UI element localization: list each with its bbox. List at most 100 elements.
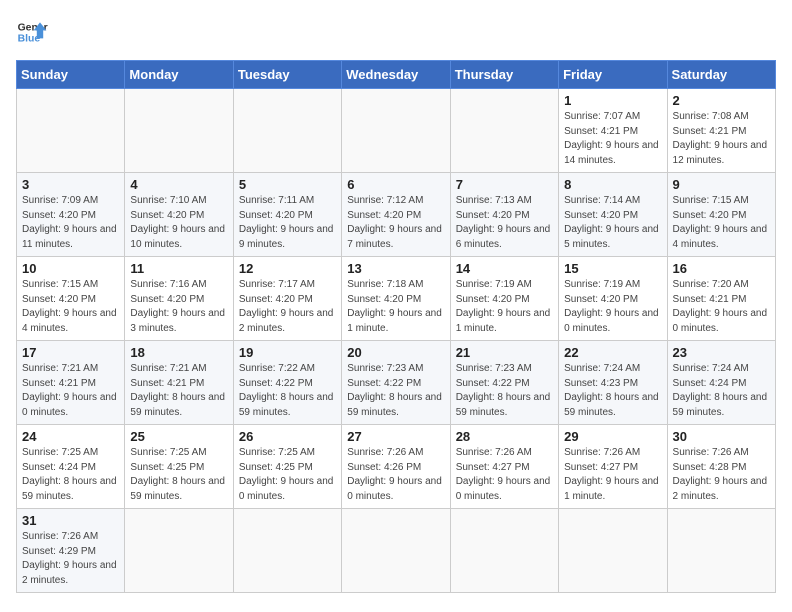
calendar-cell: 18Sunrise: 7:21 AMSunset: 4:21 PMDayligh… xyxy=(125,341,233,425)
day-detail: Sunrise: 7:24 AMSunset: 4:24 PMDaylight:… xyxy=(673,362,770,420)
day-detail: Sunrise: 7:16 AMSunset: 4:20 PMDaylight:… xyxy=(130,278,227,336)
day-detail: Sunrise: 7:19 AMSunset: 4:20 PMDaylight:… xyxy=(456,278,553,336)
day-number: 8 xyxy=(564,177,661,192)
day-number: 18 xyxy=(130,345,227,360)
calendar-cell: 29 Sunrise: 7:26 AMSunset: 4:27 PMDayligh… xyxy=(559,425,667,509)
calendar-cell: 8Sunrise: 7:14 AMSunset: 4:20 PMDaylight… xyxy=(559,173,667,257)
calendar-cell: 7Sunrise: 7:13 AMSunset: 4:20 PMDaylight… xyxy=(450,173,558,257)
day-number: 19 xyxy=(239,345,336,360)
calendar-cell: 24 Sunrise: 7:25 AMSunset: 4:24 PMDayligh… xyxy=(17,425,125,509)
calendar-cell: 2 Sunrise: 7:08 AMSunset: 4:21 PMDaylight… xyxy=(667,89,775,173)
calendar-cell: 11 Sunrise: 7:16 AMSunset: 4:20 PMDayligh… xyxy=(125,257,233,341)
day-number: 16 xyxy=(673,261,770,276)
calendar-cell: 19 Sunrise: 7:22 AMSunset: 4:22 PMDayligh… xyxy=(233,341,341,425)
day-detail: Sunrise: 7:23 AMSunset: 4:22 PMDaylight:… xyxy=(456,362,553,420)
day-detail: Sunrise: 7:26 AMSunset: 4:29 PMDaylight:… xyxy=(22,530,119,588)
day-detail: Sunrise: 7:15 AMSunset: 4:20 PMDaylight:… xyxy=(22,278,119,336)
day-detail: Sunrise: 7:17 AMSunset: 4:20 PMDaylight:… xyxy=(239,278,336,336)
calendar-cell: 9 Sunrise: 7:15 AMSunset: 4:20 PMDaylight… xyxy=(667,173,775,257)
calendar-week-4: 24 Sunrise: 7:25 AMSunset: 4:24 PMDayligh… xyxy=(17,425,776,509)
day-number: 30 xyxy=(673,429,770,444)
day-detail: Sunrise: 7:12 AMSunset: 4:20 PMDaylight:… xyxy=(347,194,444,252)
calendar-cell: 17 Sunrise: 7:21 AMSunset: 4:21 PMDayligh… xyxy=(17,341,125,425)
calendar-cell: 31 Sunrise: 7:26 AMSunset: 4:29 PMDayligh… xyxy=(17,509,125,593)
day-detail: Sunrise: 7:25 AMSunset: 4:25 PMDaylight:… xyxy=(239,446,336,504)
day-detail: Sunrise: 7:15 AMSunset: 4:20 PMDaylight:… xyxy=(673,194,770,252)
calendar-cell: 30 Sunrise: 7:26 AMSunset: 4:28 PMDayligh… xyxy=(667,425,775,509)
calendar-cell: 14 Sunrise: 7:19 AMSunset: 4:20 PMDayligh… xyxy=(450,257,558,341)
calendar-cell: 13Sunrise: 7:18 AMSunset: 4:20 PMDayligh… xyxy=(342,257,450,341)
calendar-cell: 12 Sunrise: 7:17 AMSunset: 4:20 PMDayligh… xyxy=(233,257,341,341)
calendar-header-sunday: Sunday xyxy=(17,61,125,89)
day-number: 29 xyxy=(564,429,661,444)
logo-icon: General Blue xyxy=(16,16,48,48)
day-number: 4 xyxy=(130,177,227,192)
calendar-header-row: SundayMondayTuesdayWednesdayThursdayFrid… xyxy=(17,61,776,89)
day-number: 12 xyxy=(239,261,336,276)
calendar-cell xyxy=(450,509,558,593)
calendar-cell: 21 Sunrise: 7:23 AMSunset: 4:22 PMDayligh… xyxy=(450,341,558,425)
calendar-header-tuesday: Tuesday xyxy=(233,61,341,89)
day-number: 2 xyxy=(673,93,770,108)
day-number: 25 xyxy=(130,429,227,444)
day-detail: Sunrise: 7:25 AMSunset: 4:24 PMDaylight:… xyxy=(22,446,119,504)
day-detail: Sunrise: 7:26 AMSunset: 4:27 PMDaylight:… xyxy=(564,446,661,504)
day-detail: Sunrise: 7:26 AMSunset: 4:28 PMDaylight:… xyxy=(673,446,770,504)
day-detail: Sunrise: 7:23 AMSunset: 4:22 PMDaylight:… xyxy=(347,362,444,420)
day-detail: Sunrise: 7:10 AMSunset: 4:20 PMDaylight:… xyxy=(130,194,227,252)
calendar-week-0: 1Sunrise: 7:07 AMSunset: 4:21 PMDaylight… xyxy=(17,89,776,173)
day-detail: Sunrise: 7:21 AMSunset: 4:21 PMDaylight:… xyxy=(22,362,119,420)
day-detail: Sunrise: 7:22 AMSunset: 4:22 PMDaylight:… xyxy=(239,362,336,420)
day-number: 9 xyxy=(673,177,770,192)
day-detail: Sunrise: 7:20 AMSunset: 4:21 PMDaylight:… xyxy=(673,278,770,336)
calendar-week-2: 10 Sunrise: 7:15 AMSunset: 4:20 PMDayligh… xyxy=(17,257,776,341)
calendar-header-wednesday: Wednesday xyxy=(342,61,450,89)
day-number: 14 xyxy=(456,261,553,276)
day-detail: Sunrise: 7:26 AMSunset: 4:26 PMDaylight:… xyxy=(347,446,444,504)
calendar-cell: 25 Sunrise: 7:25 AMSunset: 4:25 PMDayligh… xyxy=(125,425,233,509)
day-detail: Sunrise: 7:11 AMSunset: 4:20 PMDaylight:… xyxy=(239,194,336,252)
calendar-cell xyxy=(342,89,450,173)
calendar-cell xyxy=(559,509,667,593)
calendar-cell xyxy=(450,89,558,173)
day-number: 28 xyxy=(456,429,553,444)
day-number: 20 xyxy=(347,345,444,360)
calendar-cell: 16 Sunrise: 7:20 AMSunset: 4:21 PMDayligh… xyxy=(667,257,775,341)
calendar-cell: 10 Sunrise: 7:15 AMSunset: 4:20 PMDayligh… xyxy=(17,257,125,341)
day-number: 24 xyxy=(22,429,119,444)
calendar-cell xyxy=(125,509,233,593)
day-number: 22 xyxy=(564,345,661,360)
day-detail: Sunrise: 7:19 AMSunset: 4:20 PMDaylight:… xyxy=(564,278,661,336)
day-number: 23 xyxy=(673,345,770,360)
day-number: 31 xyxy=(22,513,119,528)
calendar-week-3: 17 Sunrise: 7:21 AMSunset: 4:21 PMDayligh… xyxy=(17,341,776,425)
calendar-cell: 28 Sunrise: 7:26 AMSunset: 4:27 PMDayligh… xyxy=(450,425,558,509)
calendar-header-thursday: Thursday xyxy=(450,61,558,89)
day-detail: Sunrise: 7:13 AMSunset: 4:20 PMDaylight:… xyxy=(456,194,553,252)
calendar-body: 1Sunrise: 7:07 AMSunset: 4:21 PMDaylight… xyxy=(17,89,776,593)
day-number: 10 xyxy=(22,261,119,276)
day-number: 11 xyxy=(130,261,227,276)
day-number: 27 xyxy=(347,429,444,444)
calendar-cell xyxy=(342,509,450,593)
day-number: 6 xyxy=(347,177,444,192)
day-number: 5 xyxy=(239,177,336,192)
day-detail: Sunrise: 7:18 AMSunset: 4:20 PMDaylight:… xyxy=(347,278,444,336)
calendar-cell: 26 Sunrise: 7:25 AMSunset: 4:25 PMDayligh… xyxy=(233,425,341,509)
calendar-cell: 6 Sunrise: 7:12 AMSunset: 4:20 PMDaylight… xyxy=(342,173,450,257)
calendar-cell xyxy=(125,89,233,173)
day-detail: Sunrise: 7:25 AMSunset: 4:25 PMDaylight:… xyxy=(130,446,227,504)
day-detail: Sunrise: 7:08 AMSunset: 4:21 PMDaylight:… xyxy=(673,110,770,168)
calendar-table: SundayMondayTuesdayWednesdayThursdayFrid… xyxy=(16,60,776,593)
calendar-cell: 22 Sunrise: 7:24 AMSunset: 4:23 PMDayligh… xyxy=(559,341,667,425)
day-detail: Sunrise: 7:26 AMSunset: 4:27 PMDaylight:… xyxy=(456,446,553,504)
day-detail: Sunrise: 7:24 AMSunset: 4:23 PMDaylight:… xyxy=(564,362,661,420)
day-number: 17 xyxy=(22,345,119,360)
page-header: General Blue xyxy=(16,16,776,48)
day-number: 26 xyxy=(239,429,336,444)
calendar-cell xyxy=(667,509,775,593)
day-number: 21 xyxy=(456,345,553,360)
calendar-cell: 3Sunrise: 7:09 AMSunset: 4:20 PMDaylight… xyxy=(17,173,125,257)
calendar-header-saturday: Saturday xyxy=(667,61,775,89)
calendar-cell: 1Sunrise: 7:07 AMSunset: 4:21 PMDaylight… xyxy=(559,89,667,173)
